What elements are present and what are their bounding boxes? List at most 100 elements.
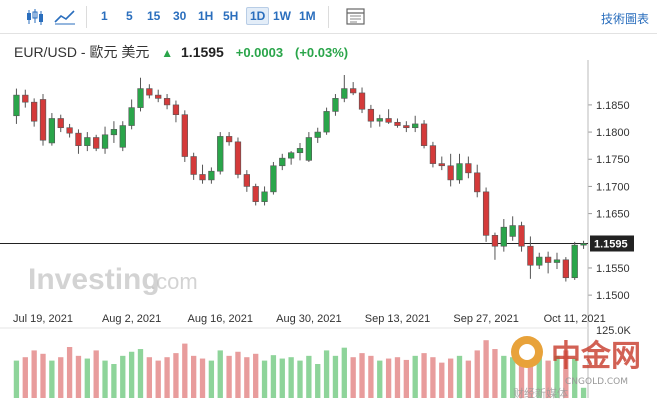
- volume-bar: [385, 358, 392, 398]
- y-tick-label: 1.1850: [596, 100, 630, 112]
- volume-bar: [279, 358, 285, 398]
- volume-bar: [474, 350, 480, 398]
- candle-body: [571, 244, 578, 279]
- candle-body: [518, 225, 525, 247]
- candle-body: [234, 141, 242, 175]
- candle-body: [57, 118, 64, 129]
- candle-body: [305, 137, 312, 161]
- candle-body: [323, 111, 330, 133]
- volume-bar: [394, 357, 401, 398]
- volume-bar: [368, 355, 374, 398]
- candle-body: [84, 137, 91, 146]
- volume-bar: [297, 360, 303, 398]
- volume-bar: [66, 347, 73, 398]
- volume-bar: [102, 360, 108, 398]
- watermark-investing: Investing: [28, 263, 160, 296]
- logo-url: CNGOLD.COM: [565, 377, 628, 387]
- candle-body: [500, 226, 507, 247]
- x-tick-label: Aug 30, 2021: [276, 313, 341, 325]
- candle-body: [48, 118, 56, 144]
- candle-body: [270, 165, 277, 193]
- volume-bar: [270, 355, 277, 398]
- watermark-dotcom: .com: [150, 269, 198, 294]
- candle-body: [376, 118, 383, 122]
- volume-bar: [492, 349, 498, 398]
- volume-bar: [199, 358, 206, 398]
- volume-bar: [456, 355, 463, 398]
- candle-body: [128, 107, 135, 126]
- candle-body: [217, 136, 224, 172]
- candle-body: [438, 163, 445, 167]
- volume-bar: [191, 355, 197, 398]
- volume-bar: [49, 360, 55, 398]
- current-price-label: 1.1595: [594, 238, 628, 250]
- candle-body: [474, 172, 481, 193]
- candle-body: [75, 132, 82, 146]
- candle-body: [243, 174, 250, 187]
- volume-bar: [315, 364, 321, 398]
- volume-bar: [93, 350, 99, 398]
- candle-body: [385, 118, 392, 123]
- candle-body: [13, 94, 20, 117]
- volume-bar: [323, 350, 330, 398]
- logo-tagline: 财经新媒体: [513, 386, 568, 400]
- volume-bar: [22, 357, 28, 398]
- candle-body: [527, 245, 534, 266]
- volume-bar: [261, 360, 268, 398]
- volume-bar: [421, 353, 427, 398]
- candle-body: [110, 129, 118, 136]
- candle-body: [447, 165, 454, 181]
- candle-body: [93, 137, 100, 149]
- volume-bar: [111, 364, 117, 398]
- volume-bar: [40, 353, 46, 398]
- volume-bar: [182, 343, 188, 398]
- volume-bar: [208, 360, 215, 398]
- candle-body: [536, 256, 543, 266]
- candle-body: [491, 235, 499, 247]
- volume-bar: [377, 360, 383, 398]
- volume-bar: [137, 349, 144, 398]
- candle-body: [367, 108, 375, 122]
- candle-body: [119, 125, 126, 148]
- candle-body: [580, 243, 587, 246]
- y-tick-label: 1.1500: [596, 290, 630, 302]
- x-tick-label: Jul 19, 2021: [13, 313, 73, 325]
- candle-body: [190, 156, 197, 175]
- y-tick-label: 1.1800: [596, 127, 630, 139]
- candle-body: [225, 136, 233, 143]
- volume-bar: [58, 357, 64, 398]
- volume-bar: [439, 362, 445, 398]
- volume-bar: [164, 357, 170, 398]
- volume-bar: [288, 357, 294, 398]
- candle-body: [22, 94, 29, 103]
- candle-body: [31, 101, 38, 122]
- volume-bar: [447, 358, 454, 398]
- candle-body: [456, 163, 463, 181]
- candle-body: [146, 88, 153, 96]
- y-tick-label: 1.1550: [596, 263, 630, 275]
- logo-cn: 中金网: [551, 339, 641, 374]
- volume-bar: [341, 347, 347, 398]
- candle-body: [394, 121, 401, 126]
- candle-body: [544, 256, 552, 263]
- candle-body: [314, 131, 321, 138]
- volume-bar: [359, 353, 365, 398]
- x-tick-label: Aug 2, 2021: [102, 313, 161, 325]
- candle-body: [261, 191, 268, 202]
- volume-bar: [75, 355, 82, 398]
- candle-body: [163, 98, 171, 106]
- volume-bar: [31, 350, 37, 398]
- volume-bar: [13, 360, 20, 398]
- candle-body: [296, 148, 304, 154]
- volume-bar: [465, 360, 472, 398]
- candle-body: [482, 191, 490, 236]
- x-tick-label: Sep 13, 2021: [365, 313, 430, 325]
- candle-body: [181, 114, 188, 157]
- x-tick-label: Aug 16, 2021: [188, 313, 253, 325]
- volume-bar: [155, 360, 161, 398]
- candle-body: [420, 123, 428, 146]
- volume-bar: [403, 359, 409, 398]
- volume-bar: [235, 351, 241, 398]
- candle-body: [341, 88, 348, 99]
- candle-body: [350, 88, 357, 94]
